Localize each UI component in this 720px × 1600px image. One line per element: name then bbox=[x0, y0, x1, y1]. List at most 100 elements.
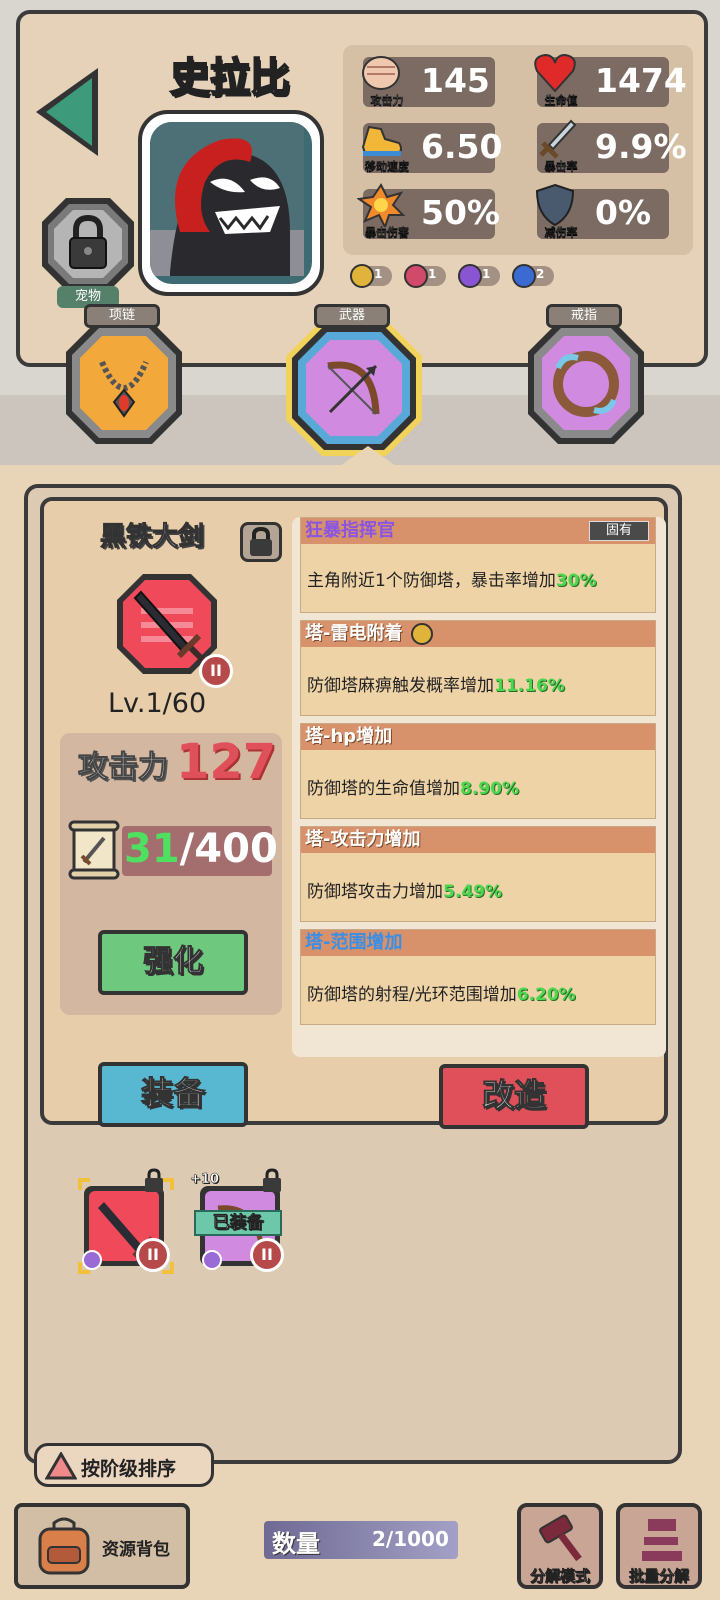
stat-value: 9.9% bbox=[595, 127, 687, 166]
decompose-mode-label: 分解模式 bbox=[529, 1567, 591, 1586]
stat-label: 移动速度 bbox=[365, 160, 409, 173]
skill-desc: 防御塔的射程/光环范围增加6.20% bbox=[307, 985, 576, 1005]
heart-icon bbox=[534, 53, 576, 93]
badge-count: 1 bbox=[374, 267, 383, 281]
count-label: 数量 bbox=[272, 1530, 320, 1558]
stat-label: 生命值 bbox=[544, 94, 578, 107]
element-badge-swirl: 1 bbox=[458, 264, 500, 288]
weapon-icon: II bbox=[113, 570, 233, 688]
stat-damage-reduction: 0% 减伤率 bbox=[535, 183, 669, 239]
stat-value: 50% bbox=[421, 193, 500, 232]
weapon-name: 黑铁大剑 bbox=[100, 522, 205, 553]
weapon-level: Lv.1/60 bbox=[108, 688, 207, 719]
batch-decompose-label: 批量分解 bbox=[628, 1567, 690, 1586]
tier-badge: II bbox=[199, 654, 233, 688]
hero-name: 史拉比 bbox=[169, 54, 291, 102]
lock-icon bbox=[250, 526, 272, 556]
skill-name: 塔-范围增加 bbox=[301, 930, 655, 956]
lock-icon bbox=[145, 1168, 163, 1192]
equipped-label: 已装备 bbox=[194, 1210, 282, 1236]
skill-item: 塔-攻击力增加 防御塔攻击力增加5.49% bbox=[300, 826, 656, 922]
stat-speed: 6.50 移动速度 bbox=[361, 123, 502, 173]
skill-item: 塔-范围增加 防御塔的射程/光环范围增加6.20% bbox=[300, 929, 656, 1025]
decompose-mode-button[interactable]: 分解模式 bbox=[517, 1503, 603, 1589]
fire-icon bbox=[404, 264, 428, 288]
badge-count: 1 bbox=[428, 267, 437, 281]
equip-button[interactable]: 装备 bbox=[98, 1062, 248, 1127]
resource-backpack-button[interactable]: 资源背包 bbox=[14, 1503, 190, 1589]
element-badge-lightning: 1 bbox=[350, 264, 392, 288]
back-arrow-icon[interactable] bbox=[28, 62, 108, 162]
stat-attack: 145 攻击力 bbox=[362, 56, 495, 107]
hero-portrait[interactable] bbox=[138, 110, 324, 296]
stat-value: 1474 bbox=[595, 61, 687, 100]
sort-label: 按阶级排序 bbox=[81, 1458, 177, 1480]
tier-badge: II bbox=[136, 1238, 170, 1272]
venom-character-icon bbox=[150, 122, 304, 276]
skill-name: 塔-hp增加 bbox=[301, 724, 655, 750]
attack-value: 127 bbox=[176, 734, 277, 790]
reforge-button[interactable]: 改造 bbox=[439, 1064, 589, 1129]
swirl-icon bbox=[82, 1250, 102, 1270]
ring-slot[interactable] bbox=[524, 318, 648, 448]
inherent-tag: 固有 bbox=[589, 521, 649, 541]
lock-icon bbox=[263, 1168, 281, 1192]
inventory-item-greatsword[interactable]: II bbox=[78, 1168, 174, 1274]
skill-item: 狂暴指挥官 固有 主角附近1个防御塔，暴击率增加30% bbox=[300, 517, 656, 613]
skill-item: 塔-hp增加 防御塔的生命值增加8.90% bbox=[300, 723, 656, 819]
stat-value: 0% bbox=[595, 193, 652, 232]
triangle-up-icon bbox=[45, 1452, 77, 1480]
swirl-icon bbox=[458, 264, 482, 288]
sword-icon bbox=[539, 119, 577, 159]
badge-count: 1 bbox=[482, 267, 491, 281]
stats-panel: 145 攻击力 1474 生命值 6.50 移动速度 9.9% 暴击率 50% … bbox=[343, 45, 693, 255]
hammer-icon bbox=[539, 1514, 582, 1562]
lightning-icon bbox=[350, 264, 374, 288]
shard-count: 31/400 bbox=[124, 826, 278, 872]
shield-icon bbox=[535, 183, 575, 227]
upgrade-button[interactable]: 强化 bbox=[98, 930, 248, 995]
stat-value: 145 bbox=[421, 61, 490, 100]
shard-total: /400 bbox=[179, 826, 278, 872]
sort-by-tier-button[interactable]: 按阶级排序 bbox=[34, 1443, 214, 1487]
backpack-icon bbox=[38, 1517, 90, 1575]
shoe-icon bbox=[361, 125, 402, 156]
batch-decompose-button[interactable]: 批量分解 bbox=[616, 1503, 702, 1589]
stat-value: 6.50 bbox=[421, 127, 503, 166]
swirl-icon bbox=[202, 1250, 222, 1270]
skill-list: 狂暴指挥官 固有 主角附近1个防御塔，暴击率增加30% 塔-雷电附着 防御塔麻痹… bbox=[292, 517, 666, 1057]
weapon-slot-label: 武器 bbox=[314, 304, 390, 328]
explosion-icon bbox=[357, 183, 405, 227]
pet-slot-locked[interactable] bbox=[40, 196, 136, 292]
element-badge-water: 2 bbox=[512, 264, 554, 288]
ring-slot-label: 戒指 bbox=[546, 304, 622, 328]
water-icon bbox=[512, 264, 536, 288]
stat-hp: 1474 生命值 bbox=[534, 53, 687, 107]
item-count: 数量 2/1000 bbox=[264, 1521, 458, 1559]
shard-current: 31 bbox=[124, 826, 180, 872]
attack-label: 攻击力 bbox=[78, 750, 169, 786]
skill-desc: 防御塔攻击力增加5.49% bbox=[307, 882, 502, 902]
inventory-item-bow[interactable]: +10 已装备 II bbox=[190, 1168, 294, 1274]
skill-desc: 防御塔的生命值增加8.90% bbox=[307, 779, 519, 799]
stat-label: 攻击力 bbox=[370, 94, 404, 107]
element-badge-fire: 1 bbox=[404, 264, 446, 288]
skill-desc: 防御塔麻痹触发概率增加11.16% bbox=[307, 676, 565, 696]
weapon-slot-selected[interactable] bbox=[284, 318, 424, 458]
badge-count: 2 bbox=[536, 267, 545, 281]
scroll-icon bbox=[66, 820, 121, 880]
necklace-slot[interactable] bbox=[62, 318, 186, 448]
stat-label: 暴击伤害 bbox=[365, 226, 409, 239]
skill-name: 塔-雷电附着 bbox=[301, 621, 655, 647]
count-value: 2/1000 bbox=[372, 1527, 449, 1551]
skill-name: 塔-攻击力增加 bbox=[301, 827, 655, 853]
lock-button[interactable] bbox=[240, 522, 282, 562]
stat-label: 减伤率 bbox=[544, 226, 578, 239]
backpack-label: 资源背包 bbox=[102, 1540, 170, 1560]
stat-label: 暴击率 bbox=[544, 160, 578, 173]
fist-icon bbox=[362, 56, 400, 90]
plus-level: +10 bbox=[190, 1172, 219, 1188]
stat-crit-rate: 9.9% 暴击率 bbox=[537, 119, 687, 173]
necklace-slot-label: 项链 bbox=[84, 304, 160, 328]
selected-slot-pointer bbox=[340, 446, 396, 466]
